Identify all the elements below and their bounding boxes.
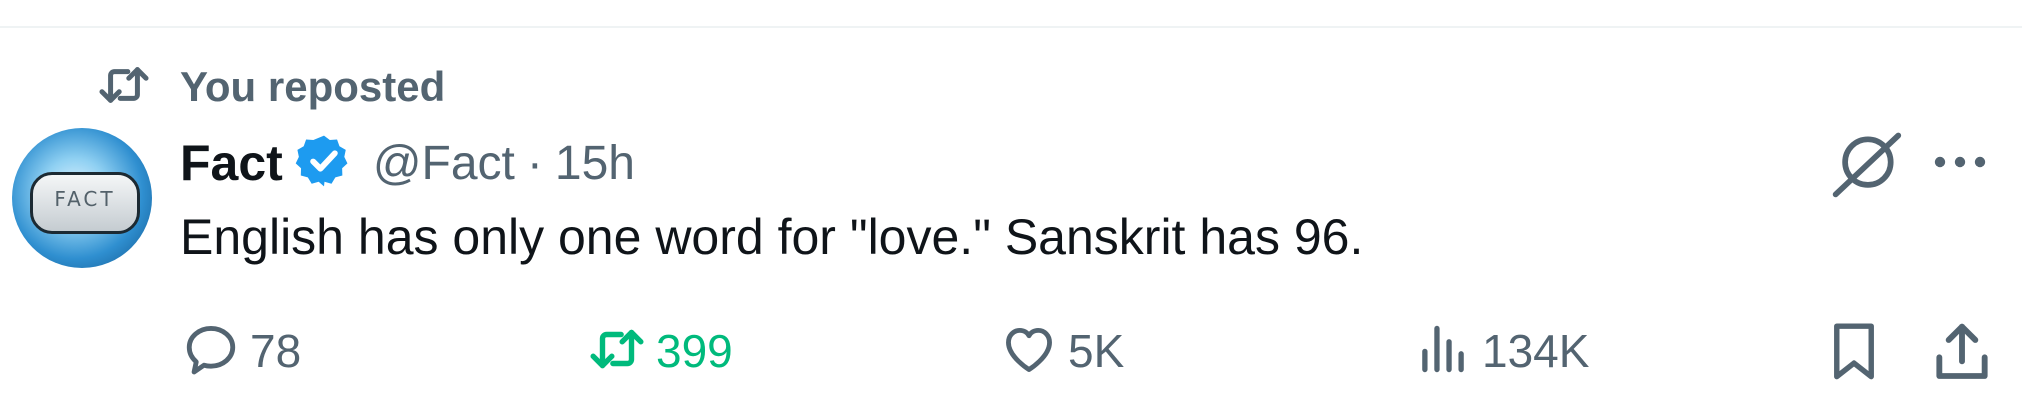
views-icon xyxy=(1414,320,1472,383)
views-button[interactable]: 134K xyxy=(1414,318,1589,384)
views-count: 134K xyxy=(1482,325,1590,377)
like-count: 5K xyxy=(1068,325,1125,377)
verified-badge-icon xyxy=(283,132,353,195)
like-button[interactable]: 5K xyxy=(1000,318,1124,384)
repost-icon xyxy=(96,62,152,113)
reply-count: 78 xyxy=(250,325,302,377)
tweet-text: English has only one word for "love." Sa… xyxy=(180,209,1364,265)
bookmark-icon[interactable] xyxy=(1824,320,1884,384)
avatar-fist: FACT xyxy=(30,172,140,234)
header-separator: · xyxy=(526,136,543,190)
tweet-time[interactable]: 15h xyxy=(555,136,635,191)
avatar-text: FACT xyxy=(54,187,116,211)
avatar[interactable]: FACT xyxy=(12,128,152,268)
author-handle[interactable]: @Fact xyxy=(373,136,515,191)
tweet-header: Fact @Fact · 15h xyxy=(180,130,635,196)
heart-icon xyxy=(1000,320,1058,383)
repost-button[interactable]: 399 xyxy=(588,318,733,384)
author-name[interactable]: Fact xyxy=(180,134,283,192)
grok-icon[interactable] xyxy=(1828,126,1904,202)
repost-icon xyxy=(588,320,646,383)
repost-context[interactable]: You reposted xyxy=(96,62,445,112)
share-icon[interactable] xyxy=(1930,320,1994,384)
repost-count: 399 xyxy=(656,325,733,377)
reply-icon xyxy=(182,320,240,383)
reply-button[interactable]: 78 xyxy=(182,318,301,384)
repost-label: You reposted xyxy=(180,63,446,110)
top-divider xyxy=(0,26,2022,28)
more-icon[interactable] xyxy=(1932,144,1988,180)
